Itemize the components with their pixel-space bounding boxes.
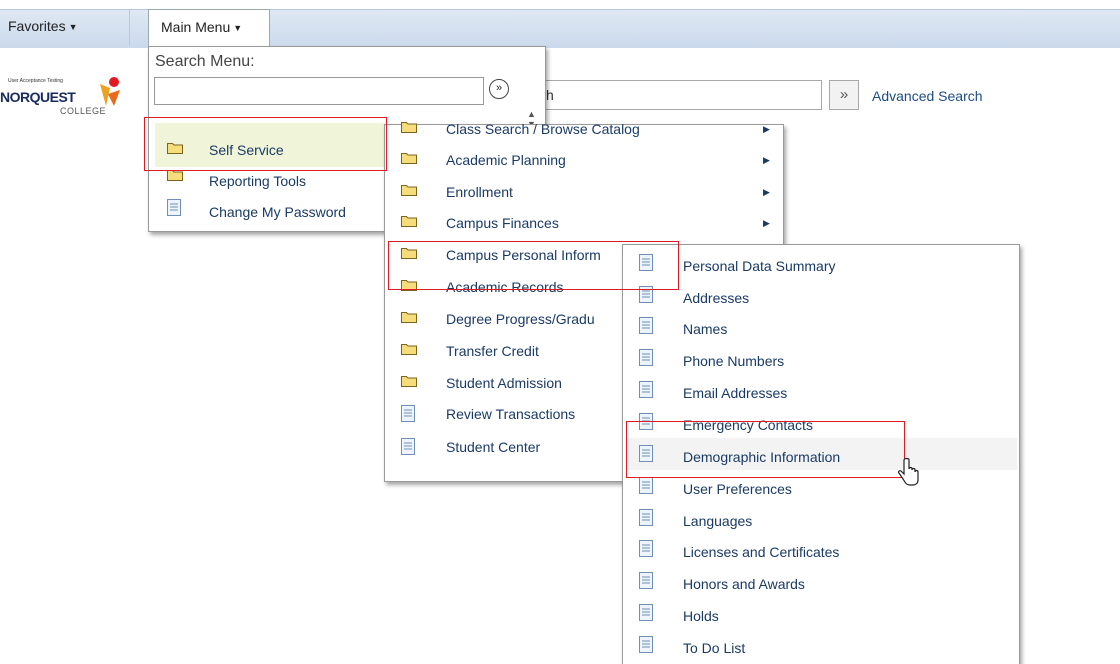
folder-icon — [401, 278, 417, 294]
menu-item-reporting-tools[interactable]: Reporting Tools — [165, 166, 385, 196]
submenu-item-emergency-contacts[interactable]: Emergency Contacts — [623, 410, 1017, 440]
folder-icon — [401, 214, 417, 230]
submenu-item-user-preferences[interactable]: User Preferences — [623, 474, 1017, 504]
page-icon — [639, 636, 653, 656]
menu-item-change-password[interactable]: Change My Password — [165, 197, 385, 227]
submenu-item-languages[interactable]: Languages — [623, 506, 1017, 536]
folder-icon — [401, 342, 417, 358]
folder-icon — [167, 170, 183, 181]
folder-icon — [401, 151, 417, 167]
favorites-label: Favorites — [8, 18, 66, 34]
page-icon — [639, 572, 653, 592]
menu-item-self-service[interactable]: Self Service — [165, 135, 385, 165]
folder-icon — [401, 246, 417, 262]
logo-name: NORQUEST — [0, 89, 76, 105]
page-icon — [639, 477, 653, 497]
page-icon — [639, 413, 653, 433]
submenu-item-email-addresses[interactable]: Email Addresses — [623, 378, 1017, 408]
submenu-item-personal-data-summary[interactable]: Personal Data Summary — [623, 251, 1017, 281]
submenu-item-names[interactable]: Names — [623, 314, 1017, 344]
page-icon — [639, 540, 653, 560]
submenu-item-honors-and-awards[interactable]: Honors and Awards — [623, 569, 1017, 599]
chevron-right-icon: ▶ — [763, 187, 770, 197]
submenu-item-enrollment[interactable]: Enrollment ▶ — [385, 177, 783, 207]
folder-icon — [401, 310, 417, 326]
page-icon — [639, 445, 653, 465]
favorites-menu-button[interactable]: Favorites ▼ — [0, 9, 130, 46]
page-icon — [639, 604, 653, 624]
chevron-right-icon: ▶ — [763, 155, 770, 165]
page-icon — [401, 438, 415, 458]
page-icon — [639, 509, 653, 529]
chevron-right-icon: ▶ — [763, 218, 770, 228]
folder-icon — [401, 374, 417, 390]
chevron-down-icon: ▼ — [68, 22, 78, 32]
submenu-item-demographic-information[interactable]: Demographic Information — [623, 442, 1017, 472]
folder-icon — [401, 120, 417, 136]
logo-tagline: User Acceptance Testing — [8, 78, 63, 84]
submenu-item-class-search-browse-catalog[interactable]: Class Search / Browse Catalog ▶ — [385, 114, 783, 144]
page-icon — [639, 349, 653, 369]
logo-mark-icon — [100, 77, 120, 106]
search-menu-go-button[interactable]: » — [489, 79, 509, 99]
main-menu-label: Main Menu — [161, 19, 231, 35]
submenu-item-addresses[interactable]: Addresses — [623, 283, 1017, 313]
page-icon — [639, 254, 653, 274]
page-icon — [639, 381, 653, 401]
submenu-item-holds[interactable]: Holds — [623, 601, 1017, 631]
submenu-item-to-do-list[interactable]: To Do List — [623, 633, 1017, 663]
advanced-search-link[interactable]: Advanced Search — [872, 88, 983, 104]
folder-icon — [401, 183, 417, 199]
page-icon — [401, 405, 415, 425]
page-icon — [639, 317, 653, 337]
main-menu-button[interactable]: Main Menu ▼ — [148, 9, 270, 46]
search-submit-button[interactable]: » — [829, 80, 859, 110]
submenu-item-licenses-and-certificates[interactable]: Licenses and Certificates — [623, 537, 1017, 567]
submenu-item-campus-finances[interactable]: Campus Finances ▶ — [385, 208, 783, 238]
page-icon — [167, 199, 181, 216]
global-search-input[interactable]: h — [518, 80, 822, 110]
hand-cursor-icon — [898, 458, 919, 486]
page-icon — [639, 286, 653, 306]
search-menu-label: Search Menu: — [155, 53, 255, 70]
chevron-down-icon: ▼ — [233, 23, 243, 33]
submenu-item-phone-numbers[interactable]: Phone Numbers — [623, 346, 1017, 376]
norquest-logo[interactable]: User Acceptance Testing NORQUEST COLLEGE — [0, 77, 130, 120]
personal-info-submenu: Personal Data Summary Addresses Names Phone… — [622, 244, 1020, 664]
chevron-right-icon: ▶ — [763, 124, 770, 134]
folder-icon — [167, 143, 183, 154]
submenu-item-academic-planning[interactable]: Academic Planning ▶ — [385, 145, 783, 175]
search-menu-input[interactable] — [154, 77, 484, 105]
